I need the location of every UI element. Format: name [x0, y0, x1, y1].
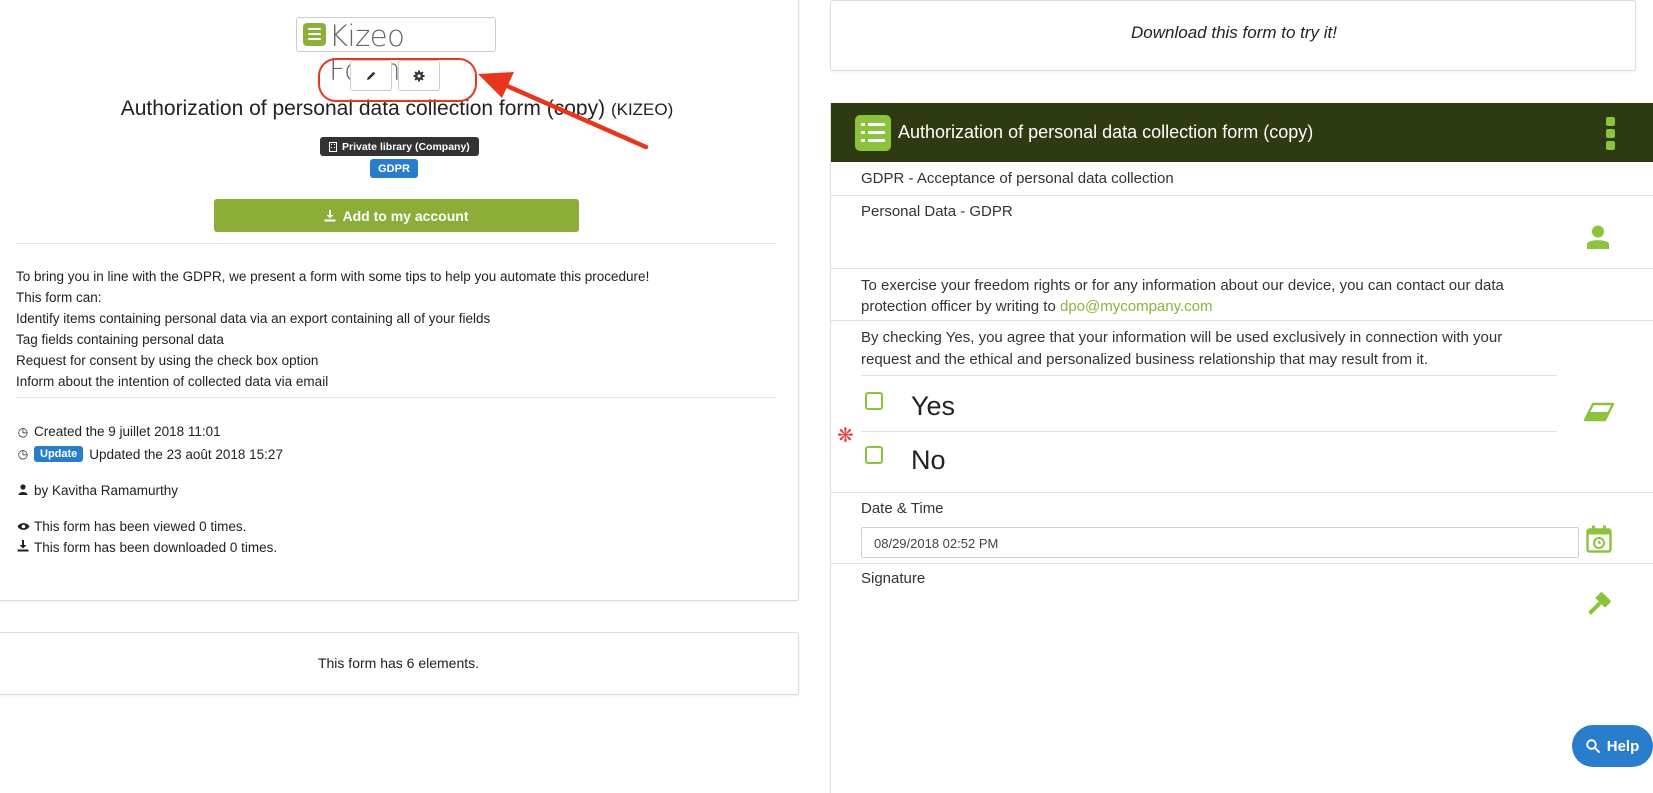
- divider: [861, 375, 1557, 376]
- more-menu-icon[interactable]: [1606, 117, 1615, 153]
- description-line: Identify items containing personal data …: [16, 311, 491, 326]
- created-text: Created the 9 juillet 2018 11:01: [34, 424, 221, 439]
- element-count-text: This form has 6 elements.: [317, 655, 480, 671]
- divider: [861, 431, 1557, 432]
- description-line: Tag fields containing personal data: [16, 332, 224, 347]
- download-icon: [324, 209, 336, 221]
- description-line: Inform about the intention of collected …: [16, 374, 329, 389]
- form-preview: Authorization of personal data collectio…: [830, 103, 1653, 793]
- updated-text: Updated the 23 août 2018 15:27: [89, 446, 283, 462]
- signature-label: Signature: [861, 570, 926, 587]
- user-icon: [16, 483, 30, 498]
- divider: [16, 397, 776, 398]
- kizeo-forms-logo: Kizeo Forms: [296, 17, 496, 87]
- update-badge: Update: [34, 446, 84, 462]
- preview-header: Authorization of personal data collectio…: [831, 103, 1653, 162]
- divider: [831, 268, 1653, 269]
- annotation-highlight: [318, 58, 477, 102]
- element-count-card: This form has 6 elements.: [0, 632, 799, 695]
- building-icon: [329, 141, 337, 152]
- created-date: ◷ Created the 9 juillet 2018 11:01: [16, 424, 221, 439]
- clock-icon: ◷: [17, 424, 29, 439]
- help-label: Help: [1606, 737, 1640, 755]
- clock-icon: ◷: [17, 447, 29, 461]
- section-label: GDPR - Acceptance of personal data colle…: [861, 170, 1174, 187]
- divider: [16, 243, 776, 244]
- description-line: To bring you in line with the GDPR, we p…: [16, 269, 650, 284]
- description-line: Request for consent by using the check b…: [16, 353, 319, 368]
- help-button[interactable]: Help: [1572, 725, 1653, 767]
- download-prompt-text: Download this form to try it!: [1131, 23, 1337, 42]
- library-badge: Private library (Company): [320, 137, 479, 156]
- annotation-arrow-icon: [478, 72, 649, 150]
- downloads-count: This form has been downloaded 0 times.: [16, 540, 277, 555]
- add-to-account-label: Add to my account: [342, 207, 469, 224]
- eraser-icon[interactable]: [1583, 401, 1615, 423]
- description-line: This form can:: [16, 290, 102, 305]
- yes-label: Yes: [911, 391, 956, 421]
- download-icon: [16, 540, 30, 555]
- views-text: This form has been viewed 0 times.: [34, 519, 247, 534]
- gavel-icon[interactable]: [1584, 591, 1612, 619]
- form-list-icon: [303, 23, 326, 46]
- yes-checkbox[interactable]: [865, 392, 883, 410]
- form-list-icon: [855, 115, 891, 151]
- divider: [831, 492, 1653, 493]
- consent-text: By checking Yes, you agree that your inf…: [861, 329, 1503, 368]
- divider: [831, 563, 1653, 564]
- author-text: by Kavitha Ramamurthy: [34, 483, 179, 498]
- personal-data-label: Personal Data - GDPR: [861, 203, 1013, 220]
- search-icon: [1586, 739, 1600, 753]
- dpo-email-link[interactable]: dpo@mycompany.com: [1060, 298, 1213, 315]
- required-asterisk: ❋: [837, 425, 854, 447]
- updated-date: ◷ Update Updated the 23 août 2018 15:27: [16, 446, 283, 462]
- add-to-account-button[interactable]: Add to my account: [214, 199, 579, 232]
- info-text: To exercise your freedom rights or for a…: [861, 275, 1561, 317]
- library-badge-label: Private library (Company): [342, 140, 470, 153]
- date-time-field[interactable]: 08/29/2018 02:52 PM: [861, 527, 1579, 558]
- eye-icon: [16, 520, 30, 534]
- user-icon: [1587, 225, 1609, 249]
- divider: [831, 195, 1653, 196]
- preview-title: Authorization of personal data collectio…: [898, 122, 1314, 142]
- divider: [831, 320, 1653, 321]
- download-prompt-card: Download this form to try it!: [830, 0, 1636, 71]
- downloads-text: This form has been downloaded 0 times.: [34, 540, 278, 555]
- author: by Kavitha Ramamurthy: [16, 483, 178, 498]
- gdpr-tag-badge: GDPR: [370, 159, 418, 178]
- views-count: This form has been viewed 0 times.: [16, 519, 246, 534]
- no-label: No: [911, 445, 946, 475]
- calendar-icon[interactable]: [1586, 525, 1612, 553]
- form-description: To bring you in line with the GDPR, we p…: [16, 266, 776, 392]
- no-checkbox[interactable]: [865, 446, 883, 464]
- date-label: Date & Time: [861, 500, 944, 517]
